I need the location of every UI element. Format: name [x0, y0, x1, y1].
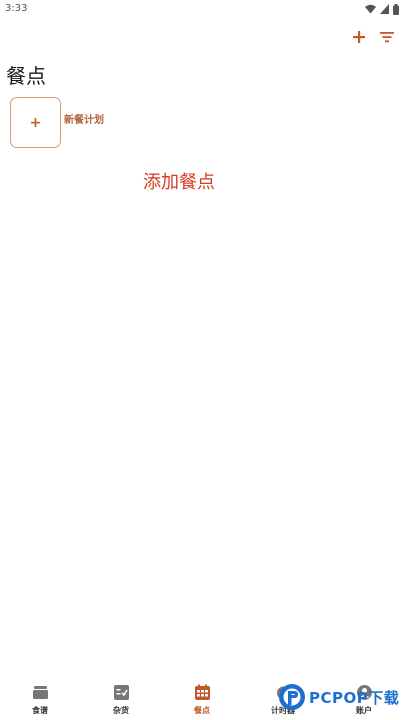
battery-icon — [393, 3, 399, 15]
status-time: 3:33 — [5, 3, 28, 14]
nav-item-recipes[interactable]: 食谱 — [10, 684, 70, 716]
nav-label-meals: 餐点 — [194, 706, 210, 715]
watermark-logo-icon — [279, 684, 305, 710]
signal-icon — [380, 4, 389, 14]
add-icon[interactable] — [351, 29, 367, 45]
watermark: PCPOP下载 — [278, 683, 399, 711]
wifi-icon — [365, 4, 376, 14]
status-icons — [365, 2, 399, 16]
nav-label-recipes: 食谱 — [32, 706, 48, 715]
filter-icon[interactable] — [379, 29, 395, 45]
add-meal-plan-button[interactable]: + — [10, 97, 61, 148]
new-meal-plan-label: 新餐计划 — [64, 115, 104, 126]
groceries-icon — [113, 685, 129, 700]
calendar-icon — [194, 684, 210, 700]
app-bar-actions — [351, 29, 395, 45]
new-meal-plan-card[interactable]: + 新餐计划 — [10, 97, 104, 148]
status-bar: 3:33 — [0, 0, 405, 20]
nav-item-meals[interactable]: 餐点 — [172, 684, 232, 716]
nav-label-groceries: 杂货 — [113, 706, 129, 715]
plus-icon: + — [29, 114, 42, 131]
nav-item-groceries[interactable]: 杂货 — [91, 684, 151, 716]
add-meal-link[interactable]: 添加餐点 — [143, 168, 215, 194]
page-title: 餐点 — [6, 64, 46, 88]
watermark-text: PCPOP下载 — [309, 688, 400, 707]
recipes-icon — [32, 686, 48, 699]
